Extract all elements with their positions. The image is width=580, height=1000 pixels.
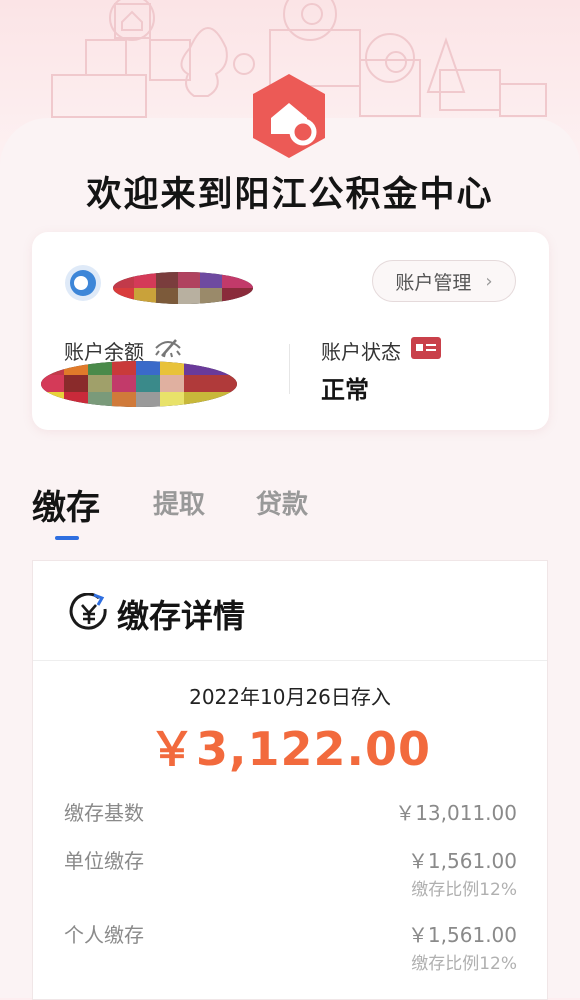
status-label-group: 账户状态	[321, 336, 441, 365]
avatar-icon	[64, 264, 102, 302]
detail-title: 缴存详情	[117, 597, 246, 635]
redacted-name	[113, 272, 253, 304]
row-value-base: ￥13,011.00	[395, 801, 517, 825]
account-card: 账户管理 › 账户余额 账户状态 正常	[32, 232, 549, 430]
status-label: 账户状态	[321, 340, 401, 364]
row-label-employer: 单位缴存	[64, 849, 144, 873]
id-card-icon	[411, 337, 441, 364]
divider	[289, 344, 290, 394]
row-label-base: 缴存基数	[64, 801, 144, 825]
house-logo-icon	[249, 72, 329, 160]
yuan-refresh-icon	[69, 592, 109, 633]
deposit-detail-card: 缴存详情 2022年10月26日存入 ￥3,122.00 缴存基数 ￥13,01…	[32, 560, 548, 1000]
row-value-employer: ￥1,561.00	[407, 849, 517, 873]
tab-withdraw[interactable]: 提取	[153, 484, 205, 521]
row-sub-employer: 缴存比例12%	[411, 880, 517, 900]
deposit-date: 2022年10月26日存入	[189, 685, 391, 709]
row-value-personal: ￥1,561.00	[407, 923, 517, 947]
deposit-amount: ￥3,122.00	[149, 722, 431, 776]
row-label-personal: 个人缴存	[64, 923, 144, 947]
tab-bar: 缴存 提取 贷款	[32, 484, 548, 544]
chevron-right-icon: ›	[485, 270, 493, 292]
tab-active-indicator	[55, 536, 79, 540]
page-title: 欢迎来到阳江公积金中心	[86, 175, 494, 215]
account-manage-label: 账户管理	[395, 271, 472, 294]
tab-loan[interactable]: 贷款	[256, 484, 308, 521]
tab-deposit[interactable]: 缴存	[32, 480, 100, 529]
status-value: 正常	[321, 376, 369, 404]
row-sub-personal: 缴存比例12%	[411, 954, 517, 974]
redacted-balance	[41, 361, 237, 407]
account-manage-button[interactable]: 账户管理 ›	[372, 260, 516, 302]
detail-header: 缴存详情	[33, 561, 547, 661]
